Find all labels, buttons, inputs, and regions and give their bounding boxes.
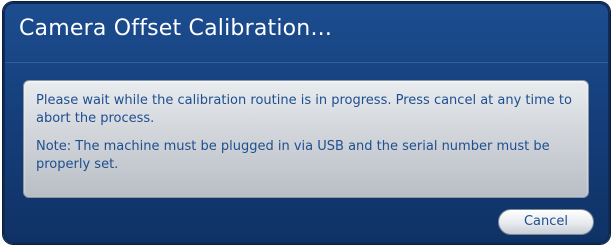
dialog-title: Camera Offset Calibration... [19, 16, 333, 41]
usb-note-message: Note: The machine must be plugged in via… [36, 139, 550, 172]
calibration-dialog: Camera Offset Calibration... Please wait… [3, 2, 610, 244]
progress-message: Please wait while the calibration routin… [36, 93, 572, 126]
cancel-button[interactable]: Cancel [498, 209, 594, 235]
message-panel: Please wait while the calibration routin… [23, 80, 589, 198]
title-divider [5, 62, 608, 63]
